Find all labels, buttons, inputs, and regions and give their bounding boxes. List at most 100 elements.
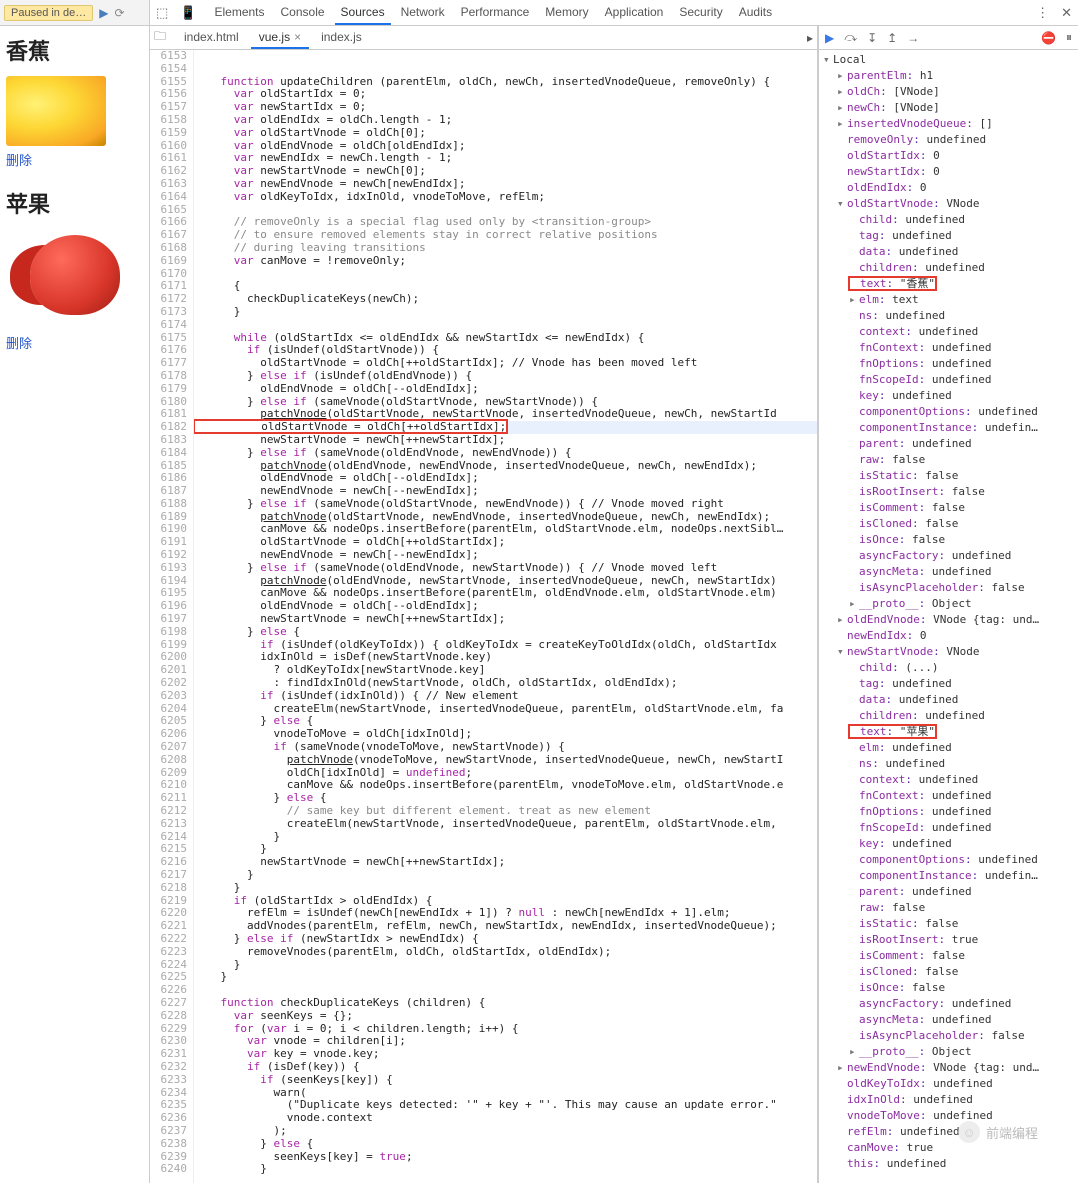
dbg-step-over-icon[interactable]: ⤼ bbox=[844, 30, 857, 45]
scope-prop-isRootInsert[interactable]: isRootInsert: true bbox=[823, 932, 1074, 948]
scope-prop-asyncFactory[interactable]: asyncFactory: undefined bbox=[823, 548, 1074, 564]
scope-prop-elm[interactable]: elm: undefined bbox=[823, 740, 1074, 756]
scope-prop-oldStartVnode[interactable]: ▾oldStartVnode: VNode bbox=[823, 196, 1074, 212]
tab-security[interactable]: Security bbox=[673, 1, 728, 25]
step-over-mini-icon[interactable]: ⟳ bbox=[114, 6, 124, 20]
scope-prop-componentInstance[interactable]: componentInstance: undefin… bbox=[823, 420, 1074, 436]
scope-prop-oldStartIdx[interactable]: oldStartIdx: 0 bbox=[823, 148, 1074, 164]
scope-prop-componentOptions[interactable]: componentOptions: undefined bbox=[823, 404, 1074, 420]
scope-prop-idxInOld[interactable]: idxInOld: undefined bbox=[823, 1092, 1074, 1108]
tab-performance[interactable]: Performance bbox=[455, 1, 536, 25]
scope-prop-context[interactable]: context: undefined bbox=[823, 772, 1074, 788]
scope-prop-oldKeyToIdx[interactable]: oldKeyToIdx: undefined bbox=[823, 1076, 1074, 1092]
scope-prop-newCh[interactable]: ▸newCh: [VNode] bbox=[823, 100, 1074, 116]
tab-console[interactable]: Console bbox=[275, 1, 331, 25]
scope-prop-ns[interactable]: ns: undefined bbox=[823, 308, 1074, 324]
scope-prop-isOnce[interactable]: isOnce: false bbox=[823, 532, 1074, 548]
scope-prop-parentElm[interactable]: ▸parentElm: h1 bbox=[823, 68, 1074, 84]
scope-prop-ns[interactable]: ns: undefined bbox=[823, 756, 1074, 772]
scope-prop-children[interactable]: children: undefined bbox=[823, 260, 1074, 276]
scope-prop-asyncMeta[interactable]: asyncMeta: undefined bbox=[823, 1012, 1074, 1028]
scope-prop-isComment[interactable]: isComment: false bbox=[823, 948, 1074, 964]
scope-prop-newStartVnode[interactable]: ▾newStartVnode: VNode bbox=[823, 644, 1074, 660]
scope-variables[interactable]: ▾Local▸parentElm: h1▸oldCh: [VNode]▸newC… bbox=[819, 50, 1078, 1183]
scope-prop-child[interactable]: child: undefined bbox=[823, 212, 1074, 228]
dbg-resume-icon[interactable]: ▶ bbox=[825, 31, 834, 45]
tab-audits[interactable]: Audits bbox=[733, 1, 778, 25]
scope-prop-fnOptions[interactable]: fnOptions: undefined bbox=[823, 804, 1074, 820]
scope-prop-__proto__[interactable]: ▸__proto__: Object bbox=[823, 1044, 1074, 1060]
scope-prop-componentInstance[interactable]: componentInstance: undefin… bbox=[823, 868, 1074, 884]
scope-prop-oldEndIdx[interactable]: oldEndIdx: 0 bbox=[823, 180, 1074, 196]
scope-prop-isAsyncPlaceholder[interactable]: isAsyncPlaceholder: false bbox=[823, 580, 1074, 596]
scope-prop-isCloned[interactable]: isCloned: false bbox=[823, 964, 1074, 980]
scope-prop-isStatic[interactable]: isStatic: false bbox=[823, 916, 1074, 932]
tab-application[interactable]: Application bbox=[599, 1, 670, 25]
navigator-toggle-icon[interactable]: 🗀 bbox=[154, 27, 166, 48]
scope-prop-key[interactable]: key: undefined bbox=[823, 388, 1074, 404]
delete-link-2[interactable]: 删除 bbox=[6, 333, 143, 352]
scope-prop-newEndIdx[interactable]: newEndIdx: 0 bbox=[823, 628, 1074, 644]
scope-prop-oldEndVnode[interactable]: ▸oldEndVnode: VNode {tag: und… bbox=[823, 612, 1074, 628]
tab-sources[interactable]: Sources bbox=[335, 1, 391, 25]
scope-prop-text[interactable]: text: "香蕉" bbox=[823, 276, 1074, 292]
scope-prop-tag[interactable]: tag: undefined bbox=[823, 676, 1074, 692]
scope-prop-asyncFactory[interactable]: asyncFactory: undefined bbox=[823, 996, 1074, 1012]
watermark-text: 前端编程 bbox=[986, 1123, 1038, 1142]
scope-prop-tag[interactable]: tag: undefined bbox=[823, 228, 1074, 244]
scope-prop-isComment[interactable]: isComment: false bbox=[823, 500, 1074, 516]
tab-network[interactable]: Network bbox=[395, 1, 451, 25]
tab-memory[interactable]: Memory bbox=[539, 1, 594, 25]
dbg-step-out-icon[interactable]: ↥ bbox=[887, 31, 897, 45]
code-body[interactable]: function updateChildren (parentElm, oldC… bbox=[194, 50, 817, 1183]
resume-icon[interactable]: ▶ bbox=[99, 6, 108, 20]
scope-prop-fnContext[interactable]: fnContext: undefined bbox=[823, 340, 1074, 356]
scope-prop-fnScopeId[interactable]: fnScopeId: undefined bbox=[823, 820, 1074, 836]
tab-elements[interactable]: Elements bbox=[208, 1, 270, 25]
scope-prop-this[interactable]: this: undefined bbox=[823, 1156, 1074, 1172]
toggle-device-icon[interactable]: 📱 bbox=[180, 5, 196, 21]
scope-prop-children[interactable]: children: undefined bbox=[823, 708, 1074, 724]
delete-link-1[interactable]: 删除 bbox=[6, 150, 143, 169]
scope-prop-fnContext[interactable]: fnContext: undefined bbox=[823, 788, 1074, 804]
scope-prop-isStatic[interactable]: isStatic: false bbox=[823, 468, 1074, 484]
scope-prop-raw[interactable]: raw: false bbox=[823, 900, 1074, 916]
scope-prop-fnOptions[interactable]: fnOptions: undefined bbox=[823, 356, 1074, 372]
scope-prop-newEndVnode[interactable]: ▸newEndVnode: VNode {tag: und… bbox=[823, 1060, 1074, 1076]
dbg-pause-exceptions-icon[interactable]: ⏸ bbox=[1066, 30, 1072, 45]
scope-prop-key[interactable]: key: undefined bbox=[823, 836, 1074, 852]
scope-prop-newStartIdx[interactable]: newStartIdx: 0 bbox=[823, 164, 1074, 180]
file-tab-index-html[interactable]: index.html bbox=[176, 27, 247, 49]
scope-prop-parent[interactable]: parent: undefined bbox=[823, 436, 1074, 452]
scope-prop-isAsyncPlaceholder[interactable]: isAsyncPlaceholder: false bbox=[823, 1028, 1074, 1044]
scope-prop-oldCh[interactable]: ▸oldCh: [VNode] bbox=[823, 84, 1074, 100]
scope-prop-__proto__[interactable]: ▸__proto__: Object bbox=[823, 596, 1074, 612]
file-tab-index-js[interactable]: index.js bbox=[313, 27, 370, 49]
scope-prop-isOnce[interactable]: isOnce: false bbox=[823, 980, 1074, 996]
scope-prop-isRootInsert[interactable]: isRootInsert: false bbox=[823, 484, 1074, 500]
dbg-step-into-icon[interactable]: ↧ bbox=[867, 31, 877, 45]
scope-prop-fnScopeId[interactable]: fnScopeId: undefined bbox=[823, 372, 1074, 388]
scope-prop-asyncMeta[interactable]: asyncMeta: undefined bbox=[823, 564, 1074, 580]
close-devtools-icon[interactable]: ✕ bbox=[1061, 5, 1072, 21]
scope-prop-text[interactable]: text: "苹果" bbox=[823, 724, 1074, 740]
scope-prop-data[interactable]: data: undefined bbox=[823, 244, 1074, 260]
scope-prop-insertedVnodeQueue[interactable]: ▸insertedVnodeQueue: [] bbox=[823, 116, 1074, 132]
scope-prop-raw[interactable]: raw: false bbox=[823, 452, 1074, 468]
scope-prop-removeOnly[interactable]: removeOnly: undefined bbox=[823, 132, 1074, 148]
kebab-menu-icon[interactable]: ⋮ bbox=[1036, 5, 1049, 21]
scope-prop-isCloned[interactable]: isCloned: false bbox=[823, 516, 1074, 532]
dbg-step-icon[interactable]: → bbox=[907, 31, 919, 45]
file-tab-vue-js[interactable]: vue.js× bbox=[251, 27, 309, 49]
inspect-element-icon[interactable]: ⬚ bbox=[156, 5, 168, 21]
scope-prop-componentOptions[interactable]: componentOptions: undefined bbox=[823, 852, 1074, 868]
scope-prop-elm[interactable]: ▸elm: text bbox=[823, 292, 1074, 308]
more-tabs-icon[interactable]: ▸ bbox=[807, 31, 813, 45]
code-editor[interactable]: 6153615461556156615761586159616061616162… bbox=[150, 50, 817, 1183]
scope-prop-parent[interactable]: parent: undefined bbox=[823, 884, 1074, 900]
scope-prop-context[interactable]: context: undefined bbox=[823, 324, 1074, 340]
scope-prop-child[interactable]: child: (...) bbox=[823, 660, 1074, 676]
dbg-deactivate-bp-icon[interactable]: ⛔ bbox=[1041, 31, 1056, 45]
close-file-tab-icon[interactable]: × bbox=[294, 30, 301, 44]
scope-prop-data[interactable]: data: undefined bbox=[823, 692, 1074, 708]
